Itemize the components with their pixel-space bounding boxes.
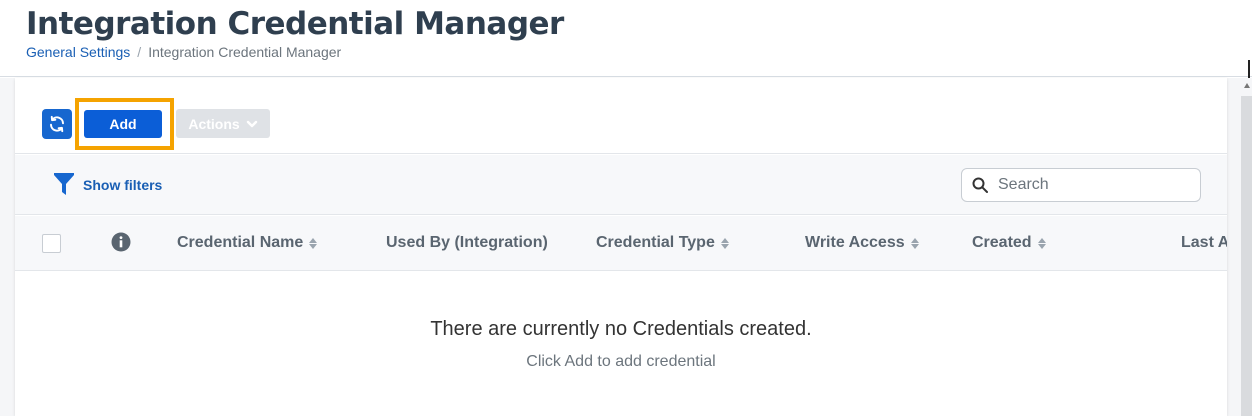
breadcrumb-separator: / [137, 44, 142, 60]
actions-dropdown[interactable]: Actions [176, 109, 270, 138]
column-last-a[interactable]: Last A [1181, 234, 1227, 252]
page-title: Integration Credential Manager [26, 6, 564, 42]
column-label: Last A [1181, 234, 1227, 251]
table-header: Credential Name Used By (Integration) Cr… [15, 216, 1227, 271]
refresh-button[interactable] [42, 109, 72, 139]
add-button[interactable]: Add [84, 110, 162, 138]
refresh-icon [50, 115, 64, 133]
info-icon[interactable] [111, 232, 131, 252]
column-credential-type[interactable]: Credential Type [596, 234, 729, 252]
column-credential-name[interactable]: Credential Name [177, 234, 318, 252]
sort-icon [720, 237, 729, 249]
empty-state-title: There are currently no Credentials creat… [430, 318, 812, 340]
show-filters-button[interactable]: Show filters [53, 173, 162, 197]
funnel-icon [54, 173, 74, 195]
select-all-checkbox[interactable] [42, 234, 61, 253]
show-filters-label: Show filters [83, 177, 163, 193]
column-created[interactable]: Created [972, 234, 1046, 252]
column-used-by[interactable]: Used By (Integration) [386, 234, 548, 252]
scroll-up-icon[interactable] [1244, 83, 1250, 88]
vertical-scrollbar[interactable] [1241, 96, 1252, 416]
page-header: Integration Credential Manager General S… [0, 0, 1252, 77]
sort-icon [910, 237, 919, 249]
sort-icon [1037, 237, 1046, 249]
breadcrumb-current: Integration Credential Manager [148, 44, 342, 60]
search-box [961, 168, 1201, 202]
search-icon [972, 177, 988, 193]
actions-label: Actions [188, 115, 240, 132]
empty-state-subtitle: Click Add to add credential [526, 353, 716, 370]
column-label: Credential Type [596, 234, 715, 251]
column-label: Used By (Integration) [386, 234, 548, 251]
breadcrumb: General Settings / Integration Credentia… [26, 44, 341, 60]
credentials-panel: Add Actions Show filters Search Credenti… [15, 78, 1227, 416]
filter-bar: Show filters [15, 155, 1227, 215]
chevron-down-icon [246, 120, 257, 127]
search-input[interactable] [998, 176, 1178, 194]
column-label: Write Access [805, 234, 905, 251]
breadcrumb-general-settings[interactable]: General Settings [26, 44, 130, 60]
scrollbar-edge [1248, 60, 1250, 78]
column-label: Created [972, 234, 1032, 251]
sort-icon [309, 237, 318, 249]
column-write-access[interactable]: Write Access [805, 234, 919, 252]
column-label: Credential Name [177, 234, 304, 251]
toolbar: Add Actions [15, 78, 1227, 154]
